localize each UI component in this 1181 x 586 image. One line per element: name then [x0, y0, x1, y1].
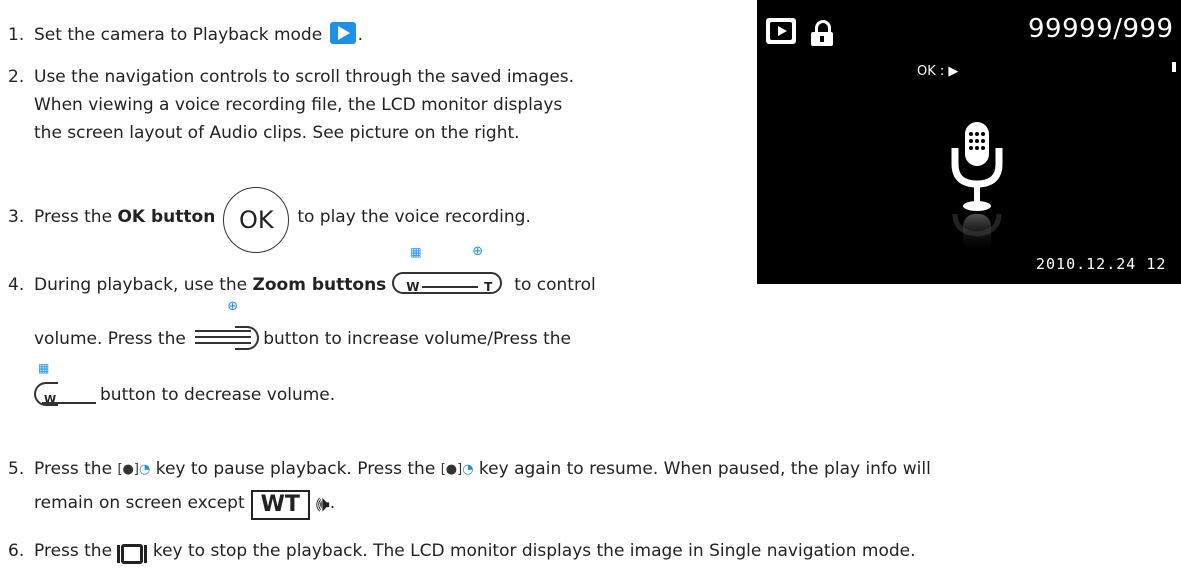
zoom-in-icon: ⊕ — [472, 244, 484, 259]
step-5-line-2: remain on screen except WT 🕪. — [8, 490, 335, 520]
step-3: 3. Press the OK button OK to play the voice… — [8, 182, 531, 253]
step-4: 4. During playback, use the Zoom buttons … — [8, 245, 596, 299]
ok-button-icon: OK — [223, 187, 290, 253]
step-number: 4. — [8, 275, 25, 295]
step-1: 1. Set the camera to Playback mode . — [8, 22, 363, 49]
step-2-line-3: the screen layout of Audio clips. See pi… — [34, 123, 520, 143]
file-counter: 99999/999 — [1028, 14, 1174, 44]
step-2: 2. Use the navigation controls to scroll … — [8, 64, 574, 91]
zoom-in-icon: ⊕ — [227, 299, 239, 314]
ok-button-label: OK button — [117, 207, 216, 227]
lock-icon — [811, 20, 833, 46]
step-6: 6. Press the key to stop the playback. Th… — [8, 538, 916, 568]
ok-play-hint: OK : ▶ — [917, 64, 959, 79]
playback-mode-icon — [766, 18, 796, 44]
zoom-buttons-label: Zoom buttons — [252, 275, 387, 295]
step-number: 2. — [8, 67, 25, 87]
zoom-tele-button-icon: ⊕ — [195, 300, 260, 350]
zoom-buttons-icon: ▦ ⊕ WT — [392, 245, 508, 296]
step-text: Use the navigation controls to scroll th… — [34, 67, 575, 87]
stop-key-icon — [117, 541, 148, 568]
date-time: 2010.12.24 12 — [1036, 255, 1167, 273]
voice-key-icon: [●]◔ — [117, 462, 151, 477]
step-number: 6. — [8, 541, 25, 561]
speaker-icon: 🕪 — [315, 492, 330, 517]
voice-key-icon: [●]◔ — [440, 462, 474, 477]
step-4-line-2: volume. Press the ⊕ button to increase v… — [34, 299, 571, 350]
step-2-line-2: When viewing a voice recording file, the… — [34, 95, 563, 115]
step-5: 5. Press the [●]◔ key to pause playback. … — [8, 456, 931, 483]
thumbnail-grid-icon: ▦ — [410, 245, 422, 259]
thumbnail-grid-icon: ▦ — [38, 361, 50, 375]
step-number: 1. — [8, 25, 25, 45]
step-text: Set the camera to Playback mode — [34, 25, 328, 45]
playback-mode-icon — [329, 22, 356, 44]
lcd-screen: 99999/999 OK : ▶ 2010.12.24 12 — [757, 0, 1181, 284]
zoom-wide-button-icon: ▦ W — [34, 362, 96, 406]
microphone-icon — [951, 122, 1003, 254]
step-number: 3. — [8, 207, 25, 227]
wt-indicator: WT — [250, 490, 310, 520]
step-4-line-3: ▦ W button to decrease volume. — [8, 362, 335, 409]
step-number: 5. — [8, 459, 25, 479]
